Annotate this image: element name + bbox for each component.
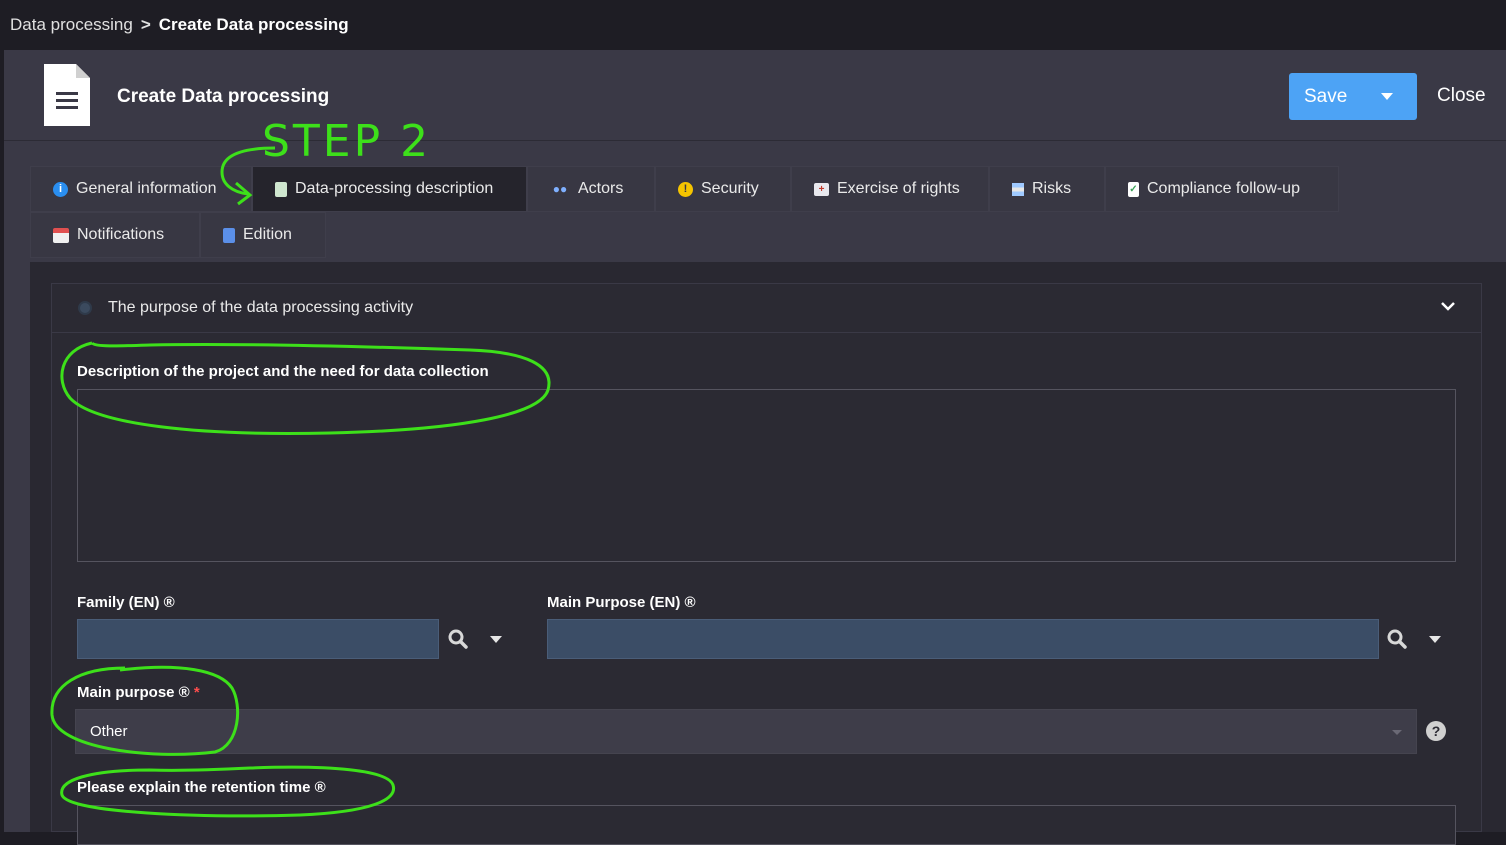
- required-marker: *: [193, 684, 200, 701]
- info-circle-icon: i: [53, 181, 68, 197]
- retention-textarea[interactable]: [77, 805, 1456, 845]
- breadcrumb-separator: >: [140, 15, 151, 34]
- main-purpose-en-input[interactable]: [547, 619, 1379, 659]
- clipboard-check-icon: ✓: [1128, 181, 1139, 197]
- form-window: Create Data processing Save Close i Gene…: [4, 50, 1506, 845]
- search-icon[interactable]: [447, 628, 469, 650]
- close-button[interactable]: Close: [1437, 85, 1486, 107]
- tab-bar: i General information Data-processing de…: [30, 166, 1506, 262]
- main-purpose-en-label: Main Purpose (EN) ®: [547, 594, 696, 611]
- tab-label: Edition: [243, 226, 292, 243]
- save-button-label: Save: [1304, 85, 1348, 107]
- description-textarea[interactable]: [77, 389, 1456, 562]
- breadcrumb: Data processing > Create Data processing: [0, 0, 1506, 50]
- tab-label: Security: [701, 180, 759, 197]
- breadcrumb-current: Create Data processing: [158, 15, 349, 34]
- warning-icon: !: [678, 181, 693, 197]
- description-label: Description of the project and the need …: [77, 363, 489, 380]
- main-purpose-label: Main purpose ® *: [77, 684, 200, 701]
- tab-risks[interactable]: Risks: [989, 166, 1105, 212]
- main-purpose-label-text: Main purpose ®: [77, 684, 190, 701]
- retention-label: Please explain the retention time ®: [77, 779, 326, 796]
- breadcrumb-parent[interactable]: Data processing: [10, 15, 133, 35]
- chevron-down-icon[interactable]: [1440, 298, 1456, 314]
- tab-label: Risks: [1032, 180, 1072, 197]
- main-purpose-en-dropdown-caret-icon[interactable]: [1429, 636, 1441, 643]
- section-header[interactable]: The purpose of the data processing activ…: [52, 284, 1481, 333]
- stack-icon: [1012, 182, 1024, 196]
- tab-label: General information: [76, 180, 217, 197]
- tab-edition[interactable]: Edition: [200, 212, 326, 258]
- section-status-icon: [78, 301, 92, 315]
- tab-actors[interactable]: ●● Actors: [527, 166, 655, 212]
- save-dropdown-caret-icon[interactable]: [1381, 93, 1393, 100]
- tab-content: The purpose of the data processing activ…: [30, 262, 1506, 845]
- tab-compliance-follow-up[interactable]: ✓ Compliance follow-up: [1105, 166, 1339, 212]
- save-button[interactable]: Save: [1289, 73, 1417, 120]
- document-icon: [275, 181, 287, 197]
- family-dropdown-caret-icon[interactable]: [490, 636, 502, 643]
- tab-label: Actors: [578, 180, 624, 197]
- select-caret-icon[interactable]: [1392, 730, 1402, 735]
- main-purpose-select[interactable]: Other: [75, 709, 1417, 754]
- search-icon[interactable]: [1386, 628, 1408, 650]
- tab-exercise-of-rights[interactable]: + Exercise of rights: [791, 166, 989, 212]
- tab-data-processing-description[interactable]: Data-processing description: [252, 166, 527, 212]
- tab-notifications[interactable]: Notifications: [30, 212, 200, 258]
- form-header: Create Data processing Save Close: [4, 50, 1506, 141]
- help-icon[interactable]: ?: [1426, 721, 1446, 741]
- page-title: Create Data processing: [117, 86, 330, 107]
- step-annotation: STEP 2: [262, 116, 432, 167]
- document-icon: [44, 64, 90, 126]
- medical-case-icon: +: [814, 182, 829, 196]
- tab-label: Data-processing description: [295, 180, 494, 197]
- people-icon: ●●: [552, 182, 568, 196]
- purpose-section: The purpose of the data processing activ…: [51, 283, 1482, 845]
- calendar-icon: [53, 227, 69, 243]
- tab-general-information[interactable]: i General information: [30, 166, 252, 212]
- family-label: Family (EN) ®: [77, 594, 175, 611]
- tab-security[interactable]: ! Security: [655, 166, 791, 212]
- tab-label: Notifications: [77, 226, 165, 243]
- file-icon: [223, 227, 235, 243]
- section-title: The purpose of the data processing activ…: [108, 299, 414, 316]
- main-purpose-selected-value: Other: [90, 723, 128, 740]
- family-input[interactable]: [77, 619, 439, 659]
- tab-label: Exercise of rights: [837, 180, 960, 197]
- tab-label: Compliance follow-up: [1147, 180, 1300, 197]
